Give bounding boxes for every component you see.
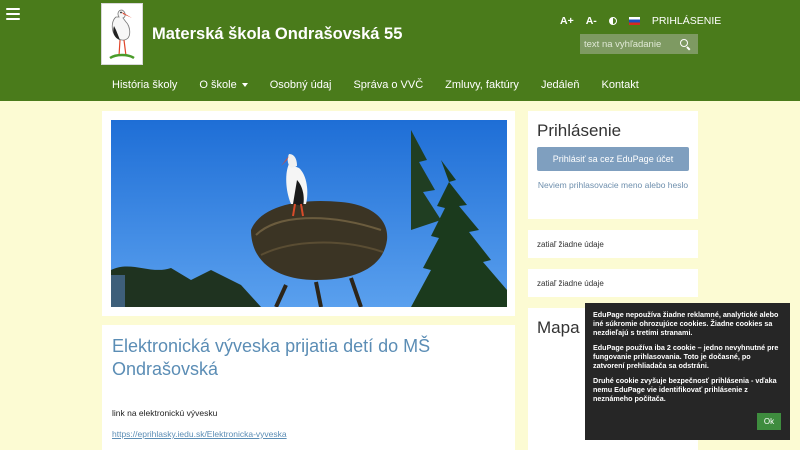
nav-item-zmluvy[interactable]: Zmluvy, faktúry: [434, 69, 530, 101]
banner-photo: [111, 120, 507, 307]
login-card: Prihlásenie Prihlásiť sa cez EduPage úče…: [528, 111, 698, 219]
login-link[interactable]: PRIHLÁSENIE: [652, 15, 721, 27]
info-widget-2: zatiaľ žiadne údaje: [528, 269, 698, 297]
banner-card: [102, 111, 515, 316]
cookie-notice: EduPage nepoužíva žiadne reklamné, analy…: [585, 303, 790, 440]
forgot-credentials-link[interactable]: Neviem prihlasovacie meno alebo heslo: [537, 179, 689, 191]
caret-down-icon: [241, 83, 248, 87]
font-increase-button[interactable]: A+: [560, 15, 574, 27]
contrast-toggle-icon[interactable]: [608, 17, 617, 25]
info-widget-1-text: zatiaľ žiadne údaje: [537, 240, 604, 249]
info-widget-2-text: zatiaľ žiadne údaje: [537, 279, 604, 288]
article-link[interactable]: https://eprihlasky.iedu.sk/Elektronicka-…: [112, 429, 287, 439]
site-header: Materská škola Ondrašovská 55 A+ A- PRIH…: [0, 0, 800, 101]
nav-item-o-skole[interactable]: O škole: [188, 69, 258, 101]
nav-item-kontakt[interactable]: Kontakt: [590, 69, 649, 101]
hamburger-menu-icon[interactable]: [6, 8, 20, 20]
utility-bar: A+ A- PRIHLÁSENIE: [560, 15, 721, 27]
font-decrease-button[interactable]: A-: [586, 15, 597, 27]
school-logo[interactable]: [101, 3, 143, 65]
login-title: Prihlásenie: [537, 121, 622, 140]
cookie-text-3: Druhé cookie zvyšuje bezpečnosť prihláse…: [593, 376, 777, 403]
article-card: Elektronická vývesk​a prijatia detí do M…: [102, 325, 515, 450]
cookie-text-2: EduPage používa iba 2 cookie – jedno nev…: [593, 343, 779, 370]
nav-item-sprava-vvc[interactable]: Správa o VVČ: [342, 69, 434, 101]
nav-item-historia[interactable]: História školy: [101, 69, 188, 101]
map-title: Mapa: [537, 318, 580, 337]
stork-logo-icon: [109, 9, 135, 60]
main-nav: História školy O škole Osobný údaj Správ…: [101, 69, 698, 101]
edupage-login-button[interactable]: Prihlásiť sa cez EduPage účet: [537, 147, 689, 171]
search-input[interactable]: [580, 38, 678, 50]
search-box: [580, 34, 698, 54]
stork-nest-image: [111, 120, 507, 307]
nav-item-jedalen[interactable]: Jedáleň: [530, 69, 591, 101]
nav-item-osobny-udaj[interactable]: Osobný údaj: [259, 69, 343, 101]
cookie-ok-button[interactable]: Ok: [757, 413, 781, 430]
article-text: link na elektronickú vývesku: [112, 408, 218, 418]
slider-control[interactable]: [111, 275, 125, 307]
info-widget-1: zatiaľ žiadne údaje: [528, 230, 698, 258]
article-title[interactable]: Elektronická vývesk​a prijatia detí do M…: [112, 335, 502, 381]
site-title[interactable]: Materská škola Ondrašovská 55: [152, 25, 402, 44]
search-icon[interactable]: [678, 37, 692, 51]
slovak-flag-icon[interactable]: [628, 17, 640, 25]
cookie-text-1: EduPage nepoužíva žiadne reklamné, analy…: [593, 310, 779, 337]
